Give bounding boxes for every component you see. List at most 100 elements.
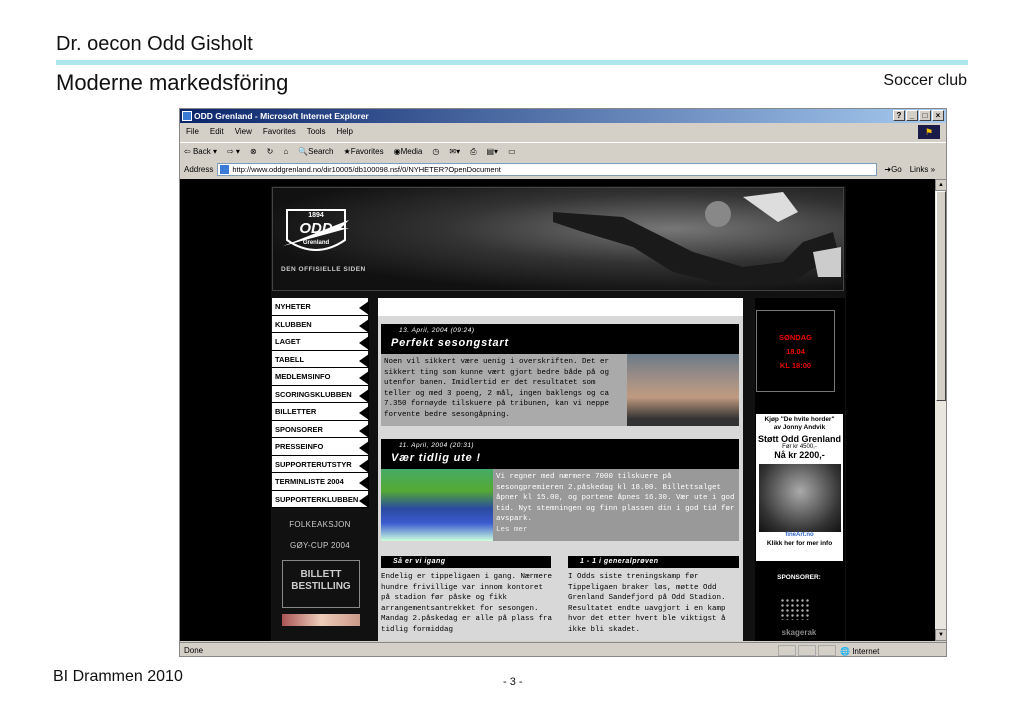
match-day: SØNDAG bbox=[779, 333, 812, 342]
ad-line-1: Kjøp "De hvite horder" bbox=[764, 416, 835, 423]
print-icon[interactable]: ⎙ bbox=[470, 143, 476, 160]
nav-nyheter[interactable]: NYHETER bbox=[272, 298, 369, 316]
match-time: KL 18:00 bbox=[779, 361, 812, 370]
article-1-header[interactable]: 13. April, 2004 (09:24) Perfekt sesongst… bbox=[381, 324, 739, 354]
article-2-header[interactable]: 11. April, 2004 (20:31) Vær tidlig ute ! bbox=[381, 439, 739, 469]
billett-bestilling-button[interactable]: BILLETT BESTILLING bbox=[282, 560, 360, 608]
nav-terminliste[interactable]: TERMINLISTE 2004 bbox=[272, 473, 369, 491]
forward-button[interactable]: ⇨ ▾ bbox=[227, 143, 240, 160]
ad-line-3: Støtt Odd Grenland bbox=[758, 434, 841, 444]
search-button[interactable]: 🔍Search bbox=[298, 143, 333, 160]
menu-edit[interactable]: Edit bbox=[210, 124, 224, 140]
links-button[interactable]: Links » bbox=[910, 165, 935, 174]
internet-zone: 🌐 Internet bbox=[840, 647, 880, 656]
nav-presseinfo[interactable]: PRESSEINFO bbox=[272, 438, 369, 456]
article-1-title[interactable]: Perfekt sesongstart bbox=[391, 337, 509, 349]
nav-supporterklubben[interactable]: SUPPORTERKLUBBEN bbox=[272, 490, 369, 508]
history-icon[interactable]: ◷ bbox=[432, 143, 439, 160]
nav-supporterutstyr[interactable]: SUPPORTERUTSTYR bbox=[272, 455, 369, 473]
match-date-box[interactable]: SØNDAG 18.04 KL 18:00 bbox=[756, 310, 835, 392]
address-input[interactable]: http://www.oddgrenland.no/dir10005/db100… bbox=[217, 162, 878, 176]
address-label: Address bbox=[184, 164, 214, 174]
sub-2-title[interactable]: 1 - 1 i generalprøven bbox=[568, 556, 739, 568]
read-more-link[interactable]: Les mer bbox=[496, 526, 528, 534]
nav-goy-cup[interactable]: GØY-CUP 2004 bbox=[272, 541, 368, 550]
news-top-strip bbox=[378, 298, 743, 316]
title-rule bbox=[56, 60, 968, 65]
nav-scoringsklubben[interactable]: SCORINGSKLUBBEN bbox=[272, 385, 369, 403]
menu-tools[interactable]: Tools bbox=[307, 124, 326, 140]
sponsor-name: skagerak bbox=[781, 628, 817, 637]
slide-page-number: - 3 - bbox=[503, 676, 523, 688]
home-icon[interactable]: ⌂ bbox=[283, 143, 288, 160]
edit-icon[interactable]: ▤▾ bbox=[486, 143, 498, 160]
book-ad[interactable]: Kjøp "De hvite horder" av Jonny Andvik S… bbox=[756, 414, 843, 561]
nav-medlemsinfo[interactable]: MEDLEMSINFO bbox=[272, 368, 369, 386]
standard-toolbar: ⇦ Back ▾ ⇨ ▾ ⊗ ↻ ⌂ 🔍Search ★Favorites ◉M… bbox=[180, 142, 946, 160]
article-1-text: Noen vil sikkert være uenig i overskrift… bbox=[384, 358, 610, 419]
back-button[interactable]: ⇦ Back ▾ bbox=[184, 143, 217, 160]
odd-site: 1894 ODD Grenland DEN OFFISIELLE SIDEN N… bbox=[271, 186, 846, 641]
article-2-text: Vi regner med nærmere 7000 tilskuere på … bbox=[496, 473, 735, 534]
nav-billetter[interactable]: BILLETTER bbox=[272, 403, 369, 421]
address-bar: Address http://www.oddgrenland.no/dir100… bbox=[180, 161, 946, 177]
menu-view[interactable]: View bbox=[235, 124, 252, 140]
page-icon bbox=[220, 164, 230, 174]
slide-subtitle: Moderne markedsföring bbox=[56, 70, 289, 95]
header-player-image bbox=[553, 192, 841, 284]
media-button[interactable]: ◉Media bbox=[394, 143, 423, 160]
article-2-date: 11. April, 2004 (20:31) bbox=[399, 442, 475, 449]
page-viewport: 1894 ODD Grenland DEN OFFISIELLE SIDEN N… bbox=[180, 179, 937, 641]
scroll-down-icon[interactable]: ▼ bbox=[935, 629, 946, 641]
refresh-icon[interactable]: ↻ bbox=[267, 143, 274, 160]
favorites-button[interactable]: ★Favorites bbox=[344, 143, 384, 160]
article-1-body: Noen vil sikkert være uenig i overskrift… bbox=[381, 354, 739, 426]
vertical-scrollbar[interactable]: ▲ ▼ bbox=[935, 179, 946, 641]
status-cells bbox=[778, 645, 836, 656]
maximize-button[interactable]: □ bbox=[919, 110, 931, 121]
article-2-body: Vi regner med nærmere 7000 tilskuere på … bbox=[381, 469, 739, 541]
close-button[interactable]: × bbox=[932, 110, 944, 121]
article-1-date: 13. April, 2004 (09:24) bbox=[399, 327, 475, 334]
nav-laget[interactable]: LAGET bbox=[272, 333, 369, 351]
player-portrait-image[interactable] bbox=[627, 354, 739, 426]
official-site-label: DEN OFFISIELLE SIDEN bbox=[281, 266, 366, 273]
sponsors-label: SPONSORER: bbox=[777, 574, 821, 581]
nav-sponsorer[interactable]: SPONSORER bbox=[272, 420, 369, 438]
nav-folkeaksjon[interactable]: FOLKEAKSJON bbox=[272, 520, 368, 529]
mail-icon[interactable]: ✉▾ bbox=[449, 143, 460, 160]
site-header: 1894 ODD Grenland DEN OFFISIELLE SIDEN bbox=[272, 187, 844, 291]
windows-logo-icon: ⚑ bbox=[918, 125, 940, 139]
billett-line1: BILLETT bbox=[300, 569, 342, 580]
ad-line-6: Klikk her for mer info bbox=[766, 540, 833, 547]
ad-line-5: Nå kr 2200,- bbox=[774, 450, 825, 460]
menu-favorites[interactable]: Favorites bbox=[263, 124, 296, 140]
nav-thumbnail[interactable] bbox=[282, 614, 360, 626]
nav-klubben[interactable]: KLUBBEN bbox=[272, 315, 369, 333]
browser-window: ODD Grenland - Microsoft Internet Explor… bbox=[179, 108, 947, 657]
status-text: Done bbox=[184, 646, 204, 655]
sub-1-title[interactable]: Så er vi igang bbox=[381, 556, 551, 568]
article-2-title[interactable]: Vær tidlig ute ! bbox=[391, 452, 481, 464]
slide-footer: BI Drammen 2010 bbox=[53, 668, 183, 685]
scroll-up-icon[interactable]: ▲ bbox=[935, 179, 946, 191]
nav-tabell[interactable]: TABELL bbox=[272, 350, 369, 368]
scroll-thumb[interactable] bbox=[936, 191, 946, 401]
go-button[interactable]: ➜Go bbox=[884, 165, 901, 174]
minimize-button[interactable]: _ bbox=[906, 110, 918, 121]
help-icon[interactable]: ? bbox=[893, 110, 905, 121]
stadium-image[interactable] bbox=[381, 469, 493, 541]
stop-icon[interactable]: ⊗ bbox=[250, 143, 257, 160]
slide-tag: Soccer club bbox=[883, 72, 967, 89]
title-bar[interactable]: ODD Grenland - Microsoft Internet Explor… bbox=[180, 109, 946, 123]
sub-2-body: I Odds siste treningskamp før Tippeligae… bbox=[568, 573, 726, 634]
menu-bar: File Edit View Favorites Tools Help bbox=[180, 124, 946, 140]
sponsor-logo[interactable] bbox=[780, 598, 810, 620]
menu-help[interactable]: Help bbox=[336, 124, 352, 140]
ad-line-2: av Jonny Andvik bbox=[773, 424, 826, 431]
ad-stadium-image bbox=[758, 464, 841, 532]
window-title: ODD Grenland - Microsoft Internet Explor… bbox=[194, 111, 369, 121]
discuss-icon[interactable]: ▭ bbox=[508, 143, 516, 160]
right-column: SØNDAG 18.04 KL 18:00 Kjøp "De hvite hor… bbox=[755, 298, 845, 641]
menu-file[interactable]: File bbox=[186, 124, 199, 140]
